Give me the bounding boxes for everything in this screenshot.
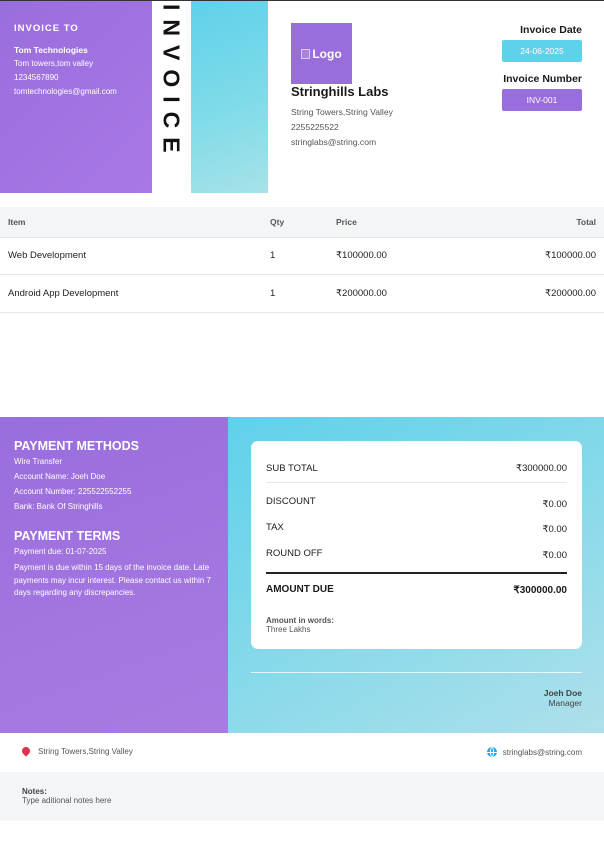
company-phone: 2255225522 bbox=[291, 122, 339, 132]
signature-line bbox=[251, 672, 582, 673]
row-total: ₹100000.00 bbox=[428, 237, 604, 275]
payment-terms-heading: PAYMENT TERMS bbox=[14, 529, 121, 543]
invoice-meta: Invoice Date 24-06-2025 Invoice Number I… bbox=[472, 24, 582, 122]
invoice-number-value: INV-001 bbox=[502, 89, 582, 111]
header-price: Price bbox=[328, 207, 428, 238]
company-address: String Towers,String Valley bbox=[291, 107, 393, 117]
broken-image-icon bbox=[301, 48, 311, 59]
invoice-title: INVOICE bbox=[158, 4, 185, 162]
payment-method: Wire Transfer bbox=[14, 457, 63, 466]
bill-to-panel: INVOICE TO Tom Technologies Tom towers,t… bbox=[0, 1, 152, 193]
footer-email-block: stringlabs@string.com bbox=[486, 747, 582, 757]
footer-address-block: String Towers,String Valley bbox=[20, 744, 133, 757]
company-email: stringlabs@string.com bbox=[291, 137, 377, 147]
globe-icon bbox=[486, 747, 497, 757]
payment-terms-note: Payment is due within 15 days of the inv… bbox=[14, 563, 211, 597]
tax-value: ₹0.00 bbox=[542, 524, 567, 535]
amount-in-words-value: Three Lakhs bbox=[266, 625, 311, 634]
logo-alt-text: Logo bbox=[312, 46, 342, 61]
company-logo: Logo bbox=[291, 23, 352, 84]
bill-to-heading: INVOICE TO bbox=[14, 23, 79, 34]
client-address: Tom towers,tom valley bbox=[14, 59, 94, 68]
table-row: Web Development 1 ₹100000.00 ₹100000.00 bbox=[0, 237, 604, 275]
discount-row: DISCOUNT ₹0.00 bbox=[266, 496, 567, 510]
totals-card: SUB TOTAL ₹300000.00 DISCOUNT ₹0.00 TAX … bbox=[251, 441, 582, 649]
invoice-title-block: INVOICE bbox=[152, 1, 190, 193]
roundoff-value: ₹0.00 bbox=[542, 550, 567, 561]
payment-methods-heading: PAYMENT METHODS bbox=[14, 439, 140, 453]
discount-value: ₹0.00 bbox=[542, 499, 567, 510]
amount-in-words: Amount in words: Three Lakhs bbox=[266, 616, 334, 634]
client-name: Tom Technologies bbox=[14, 45, 88, 55]
contact-bar: String Towers,String Valley stringlabs@s… bbox=[0, 733, 604, 772]
row-price: ₹100000.00 bbox=[328, 237, 428, 275]
client-email: tomtechnologies@gmail.com bbox=[14, 87, 117, 96]
amount-due-value: ₹300000.00 bbox=[513, 585, 567, 596]
account-name: Account Name: Joeh Doe bbox=[14, 472, 106, 481]
amount-due-row: AMOUNT DUE ₹300000.00 bbox=[266, 584, 567, 596]
location-pin-icon bbox=[20, 744, 32, 757]
totals-panel: SUB TOTAL ₹300000.00 DISCOUNT ₹0.00 TAX … bbox=[228, 417, 604, 733]
row-price: ₹200000.00 bbox=[328, 274, 428, 313]
invoice-date-label: Invoice Date bbox=[520, 24, 582, 36]
payment-panel: PAYMENT METHODS Wire Transfer Account Na… bbox=[0, 417, 228, 733]
company-info: Stringhills Labs String Towers,String Va… bbox=[291, 84, 393, 152]
row-total: ₹200000.00 bbox=[428, 274, 604, 313]
bank-name: Bank: Bank Of Stringhills bbox=[14, 502, 103, 511]
notes-text: Type aditional notes here bbox=[22, 796, 112, 805]
row-qty: 1 bbox=[262, 274, 328, 313]
table-header-row: Item Qty Price Total bbox=[0, 207, 604, 238]
discount-label: DISCOUNT bbox=[266, 496, 316, 507]
signature: Joeh Doe Manager bbox=[544, 688, 582, 708]
signer-name: Joeh Doe bbox=[543, 688, 582, 698]
subtotal-value: ₹300000.00 bbox=[516, 463, 567, 474]
decorative-strip bbox=[191, 1, 268, 193]
subtotal-label: SUB TOTAL bbox=[266, 463, 318, 474]
footer-email: stringlabs@string.com bbox=[502, 747, 582, 757]
total-divider bbox=[266, 572, 567, 574]
roundoff-row: ROUND OFF ₹0.00 bbox=[266, 548, 567, 561]
row-item: Web Development bbox=[0, 237, 262, 275]
roundoff-label: ROUND OFF bbox=[266, 548, 323, 559]
amount-due-label: AMOUNT DUE bbox=[266, 584, 334, 595]
subtotal-row: SUB TOTAL ₹300000.00 bbox=[266, 463, 567, 474]
signer-role: Manager bbox=[548, 698, 582, 708]
client-phone: 1234567890 bbox=[14, 73, 59, 82]
notes-label: Notes: bbox=[22, 787, 47, 796]
tax-row: TAX ₹0.00 bbox=[266, 522, 567, 535]
divider bbox=[266, 482, 567, 483]
footer-address: String Towers,String Valley bbox=[38, 747, 133, 756]
account-number: Account Number: 225522552255 bbox=[14, 487, 132, 496]
payment-due: Payment due: 01-07-2025 bbox=[14, 547, 107, 556]
header-qty: Qty bbox=[262, 207, 328, 238]
notes-section: Notes: Type aditional notes here bbox=[0, 772, 604, 821]
company-name: Stringhills Labs bbox=[291, 84, 389, 99]
items-table: Item Qty Price Total Web Development 1 ₹… bbox=[0, 207, 604, 313]
header-total: Total bbox=[428, 207, 604, 238]
amount-in-words-label: Amount in words: bbox=[266, 616, 334, 625]
invoice-number-label: Invoice Number bbox=[503, 73, 582, 85]
row-qty: 1 bbox=[262, 237, 328, 275]
header-item: Item bbox=[0, 207, 262, 238]
tax-label: TAX bbox=[266, 522, 284, 533]
table-row: Android App Development 1 ₹200000.00 ₹20… bbox=[0, 274, 604, 313]
row-item: Android App Development bbox=[0, 274, 262, 313]
invoice-date-value: 24-06-2025 bbox=[502, 40, 582, 62]
